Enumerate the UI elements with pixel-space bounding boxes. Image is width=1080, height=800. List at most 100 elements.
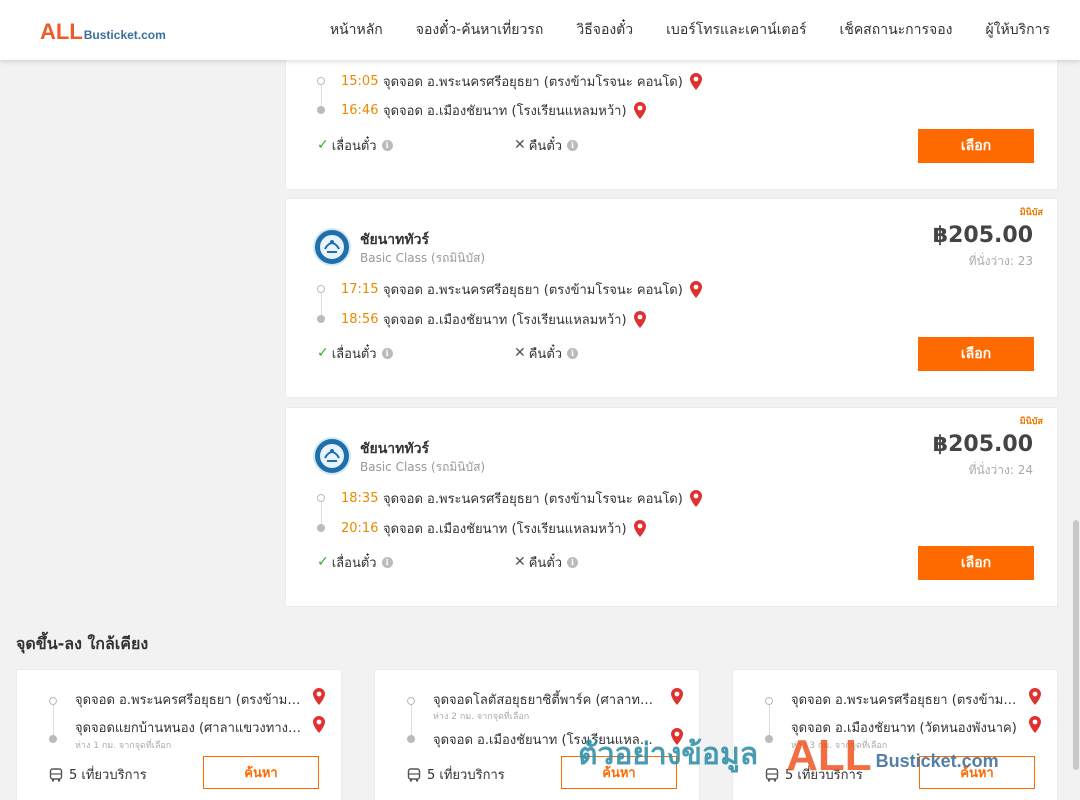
nearby-from-stop: จุดจอด อ.พระนครศรีอยุธยา (ตรงข้ามโรจนะ ค…: [791, 693, 1017, 708]
map-pin-icon[interactable]: [1029, 688, 1041, 709]
nearby-search-button[interactable]: ค้นหา: [203, 756, 319, 789]
refund-ticket-policy: ✕ คืนตั๋ว i: [514, 343, 579, 363]
arrival-time: 18:56: [341, 311, 379, 327]
nearby-from-stop: จุดจอด อ.พระนครศรีอยุธยา (ตรงข้ามโรจนะ ค…: [75, 693, 301, 708]
route-line: [411, 701, 412, 737]
departure-location: จุดจอด อ.พระนครศรีอยุธยา (ตรงข้ามโรจนะ ค…: [383, 491, 683, 507]
trip-count-label: 5 เที่ยวบริการ: [427, 768, 505, 783]
map-pin-icon[interactable]: [633, 310, 646, 328]
refund-ticket-policy: ✕ คืนตั๋ว i: [514, 135, 579, 155]
map-pin-icon[interactable]: [671, 728, 683, 749]
arrival-dot: [49, 735, 57, 743]
refund-ticket-label: คืนตั๋ว: [528, 555, 563, 571]
arrival-dot: [317, 315, 325, 323]
nav-phone-counters[interactable]: เบอร์โทรและเคาน์เตอร์: [666, 19, 806, 41]
trip-card: มินิบัส ชัยนาททัวร์ Basic Class (รถมินิบ…: [285, 198, 1058, 398]
cross-icon: ✕: [514, 137, 526, 153]
map-pin-icon[interactable]: [1029, 716, 1041, 737]
check-icon: ✓: [317, 554, 329, 570]
map-pin-icon[interactable]: [633, 519, 646, 537]
map-pin-icon[interactable]: [689, 72, 702, 90]
refund-ticket-policy: ✕ คืนตั๋ว i: [514, 552, 579, 572]
departure-dot: [317, 285, 325, 293]
change-ticket-label: เลื่อนตั๋ว: [331, 138, 377, 154]
operator-logo-icon: [313, 437, 351, 475]
nearby-search-button[interactable]: ค้นหา: [561, 756, 677, 789]
operator-name: ชัยนาททัวร์: [360, 232, 429, 248]
bus-icon: [765, 767, 779, 782]
nav-book-search[interactable]: จองตั๋ว-ค้นหาเที่ยวรถ: [416, 19, 544, 41]
departure-time: 18:35: [341, 490, 379, 506]
nav-home[interactable]: หน้าหลัก: [330, 19, 383, 41]
info-icon[interactable]: i: [567, 556, 579, 568]
page-scrollbar[interactable]: [1072, 60, 1080, 800]
select-trip-button[interactable]: เลือก: [918, 337, 1034, 371]
nav-check-booking[interactable]: เช็คสถานะการจอง: [840, 19, 953, 41]
arrival-dot: [317, 106, 325, 114]
trip-count: 5 เที่ยวบริการ: [49, 764, 147, 785]
check-icon: ✓: [317, 345, 329, 361]
refund-ticket-label: คืนตั๋ว: [528, 138, 563, 154]
departure-location: จุดจอด อ.พระนครศรีอยุธยา (ตรงข้ามโรจนะ ค…: [383, 74, 683, 90]
distance-note: ห่าง 1 กม. จากจุดที่เลือก: [75, 741, 172, 751]
info-icon[interactable]: i: [381, 139, 393, 151]
departure-dot: [407, 697, 415, 705]
main-nav: หน้าหลัก จองตั๋ว-ค้นหาเที่ยวรถ วิธีจองตั…: [297, 0, 1050, 60]
info-icon[interactable]: i: [381, 556, 393, 568]
bus-class: Basic Class (รถมินิบัส): [360, 460, 486, 474]
trip-count-label: 5 เที่ยวบริการ: [69, 768, 147, 783]
logo-all-text: ALL: [40, 19, 83, 44]
map-pin-icon[interactable]: [633, 101, 646, 119]
seats-available: ที่นั่งว่าง: 24: [968, 463, 1033, 477]
departure-stop: 17:15 จุดจอด อ.พระนครศรีอยุธยา (ตรงข้ามโ…: [317, 279, 702, 299]
info-icon[interactable]: i: [381, 347, 393, 359]
cross-icon: ✕: [514, 345, 526, 361]
departure-dot: [317, 77, 325, 85]
departure-location: จุดจอด อ.พระนครศรีอยุธยา (ตรงข้ามโรจนะ ค…: [383, 282, 683, 298]
nearby-card: จุดจอด อ.พระนครศรีอยุธยา (ตรงข้ามโรจนะ ค…: [16, 669, 342, 800]
map-pin-icon[interactable]: [671, 688, 683, 709]
info-icon[interactable]: i: [567, 347, 579, 359]
trip-count: 5 เที่ยวบริการ: [765, 764, 863, 785]
nearby-card: จุดจอด อ.พระนครศรีอยุธยา (ตรงข้ามโรจนะ ค…: [732, 669, 1058, 800]
nearby-to-stop: จุดจอด อ.เมืองชัยนาท (โรงเรียนแหลมหว้า): [433, 733, 659, 748]
nearby-to-stop: จุดจอด อ.เมืองชัยนาท (วัดหนองพังนาค): [791, 721, 1017, 736]
arrival-stop: 20:16 จุดจอด อ.เมืองชัยนาท (โรงเรียนแหลม…: [317, 518, 646, 538]
arrival-stop: 16:46 จุดจอด อ.เมืองชัยนาท (โรงเรียนแหลม…: [317, 100, 646, 120]
select-trip-button[interactable]: เลือก: [918, 129, 1034, 163]
departure-stop: 18:35 จุดจอด อ.พระนครศรีอยุธยา (ตรงข้ามโ…: [317, 488, 702, 508]
change-ticket-policy: ✓ เลื่อนตั๋ว i: [317, 343, 393, 363]
bus-icon: [407, 767, 421, 782]
departure-time: 17:15: [341, 281, 379, 297]
trip-count: 5 เที่ยวบริการ: [407, 764, 505, 785]
select-trip-button[interactable]: เลือก: [918, 546, 1034, 580]
map-pin-icon[interactable]: [313, 716, 325, 737]
change-ticket-label: เลื่อนตั๋ว: [331, 346, 377, 362]
nav-how-to-book[interactable]: วิธีจองตั๋ว: [576, 19, 633, 41]
arrival-dot: [317, 524, 325, 532]
map-pin-icon[interactable]: [689, 489, 702, 507]
departure-dot: [765, 697, 773, 705]
ticket-price: ฿205.00: [932, 223, 1033, 248]
change-ticket-policy: ✓ เลื่อนตั๋ว i: [317, 135, 393, 155]
nearby-to-stop: จุดจอดแยกบ้านหนอง (ศาลาแขวงทางหลวง): [75, 721, 301, 736]
map-pin-icon[interactable]: [313, 688, 325, 709]
change-ticket-policy: ✓ เลื่อนตั๋ว i: [317, 552, 393, 572]
check-icon: ✓: [317, 137, 329, 153]
departure-dot: [317, 494, 325, 502]
arrival-dot: [407, 735, 415, 743]
refund-ticket-label: คืนตั๋ว: [528, 346, 563, 362]
nav-operators[interactable]: ผู้ให้บริการ: [985, 19, 1050, 41]
arrival-time: 16:46: [341, 102, 379, 118]
seats-available: ที่นั่งว่าง: 23: [968, 254, 1033, 268]
site-header: ALL Busticket.com หน้าหลัก จองตั๋ว-ค้นหา…: [0, 0, 1080, 60]
nearby-search-button[interactable]: ค้นหา: [919, 756, 1035, 789]
minibus-tag: มินิบัส: [1019, 417, 1043, 427]
map-pin-icon[interactable]: [689, 280, 702, 298]
arrival-dot: [765, 735, 773, 743]
distance-note: ห่าง 2 กม. จากจุดที่เลือก: [433, 712, 530, 722]
nearby-from-stop: จุดจอดโลตัสอยุธยาซิตี้พาร์ค (ศาลาทางเข้า…: [433, 693, 659, 708]
site-logo[interactable]: ALL Busticket.com: [40, 19, 166, 45]
info-icon[interactable]: i: [567, 139, 579, 151]
scrollbar-thumb[interactable]: [1073, 520, 1079, 770]
